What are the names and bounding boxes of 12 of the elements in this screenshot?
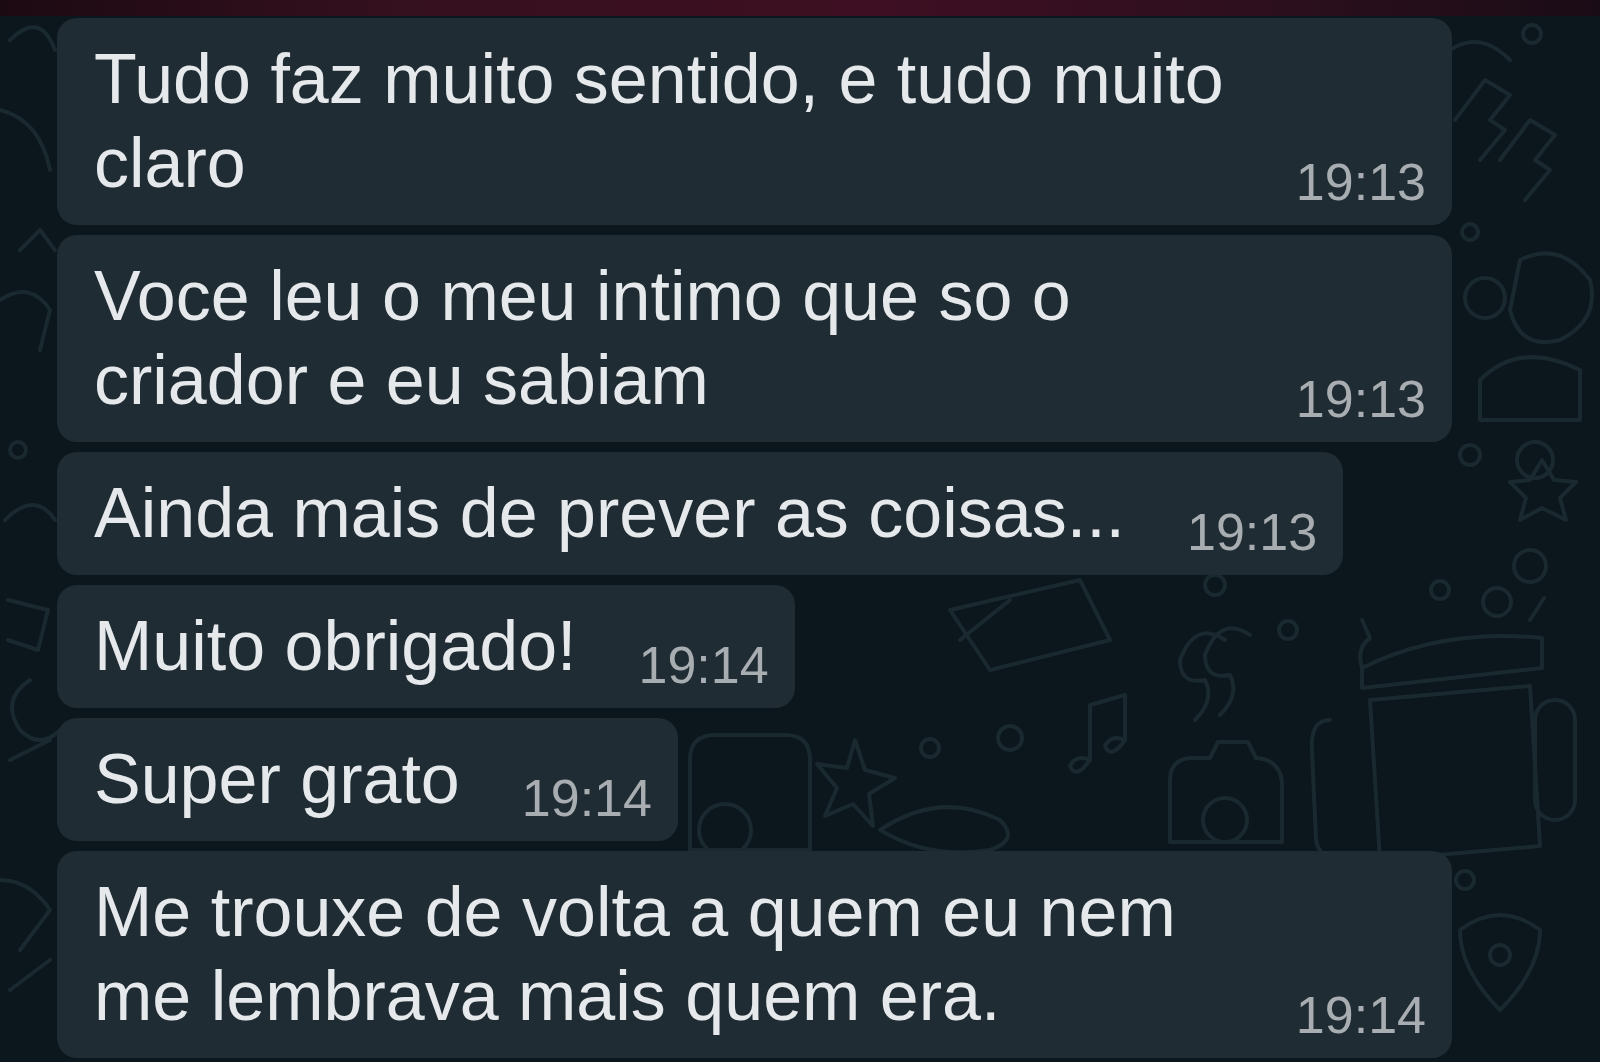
message-time: 19:13 <box>1295 156 1426 208</box>
message-text: Me trouxe de volta a quem eu nem me lembrava mais quem era. <box>94 872 1177 1037</box>
message-text: Super grato <box>94 739 460 820</box>
message-time: 19:13 <box>1295 373 1426 425</box>
message-time: 19:14 <box>1295 989 1426 1041</box>
message-text: Ainda mais de prever as coisas... <box>94 473 1126 554</box>
message-text: Muito obrigado! <box>94 606 577 687</box>
message-time: 19:13 <box>1187 506 1318 558</box>
message-time: 19:14 <box>521 772 652 824</box>
message-text: Tudo faz muito sentido, e tudo muito claro <box>94 39 1225 204</box>
message-text: Voce leu o meu intimo que so o criador e eu sabiam <box>94 256 1072 421</box>
message-time: 19:14 <box>638 639 769 691</box>
